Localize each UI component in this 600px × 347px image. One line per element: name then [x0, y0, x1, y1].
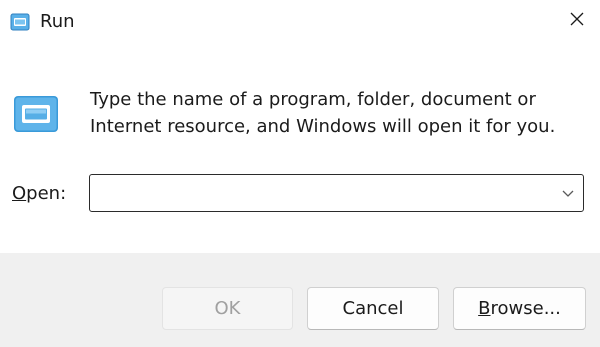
open-label-mnemonic: O [12, 183, 27, 204]
browse-label-mnemonic: B [478, 298, 491, 319]
chevron-down-icon[interactable] [559, 184, 577, 202]
open-combobox[interactable] [89, 174, 584, 212]
close-button[interactable] [560, 4, 594, 38]
description-text: Type the name of a program, folder, docu… [90, 86, 590, 140]
browse-label-text: rowse... [490, 298, 561, 319]
close-icon [569, 11, 585, 31]
ok-button[interactable]: OK [162, 287, 293, 330]
description-line: Internet resource, and Windows will open… [90, 116, 556, 137]
description-line: Type the name of a program, folder, docu… [90, 89, 536, 110]
cancel-button[interactable]: Cancel [307, 287, 439, 330]
open-label-text: pen: [26, 183, 67, 204]
run-icon [10, 13, 30, 31]
open-label: Open: [12, 181, 66, 207]
run-icon [13, 95, 59, 133]
button-bar: OK Cancel Browse... [0, 253, 600, 347]
browse-button[interactable]: Browse... [453, 287, 586, 330]
run-dialog: Run Type the name of a program, folder, … [0, 0, 600, 347]
title-bar[interactable]: Run [0, 0, 600, 46]
open-input[interactable] [96, 179, 550, 209]
window-title: Run [40, 11, 75, 32]
